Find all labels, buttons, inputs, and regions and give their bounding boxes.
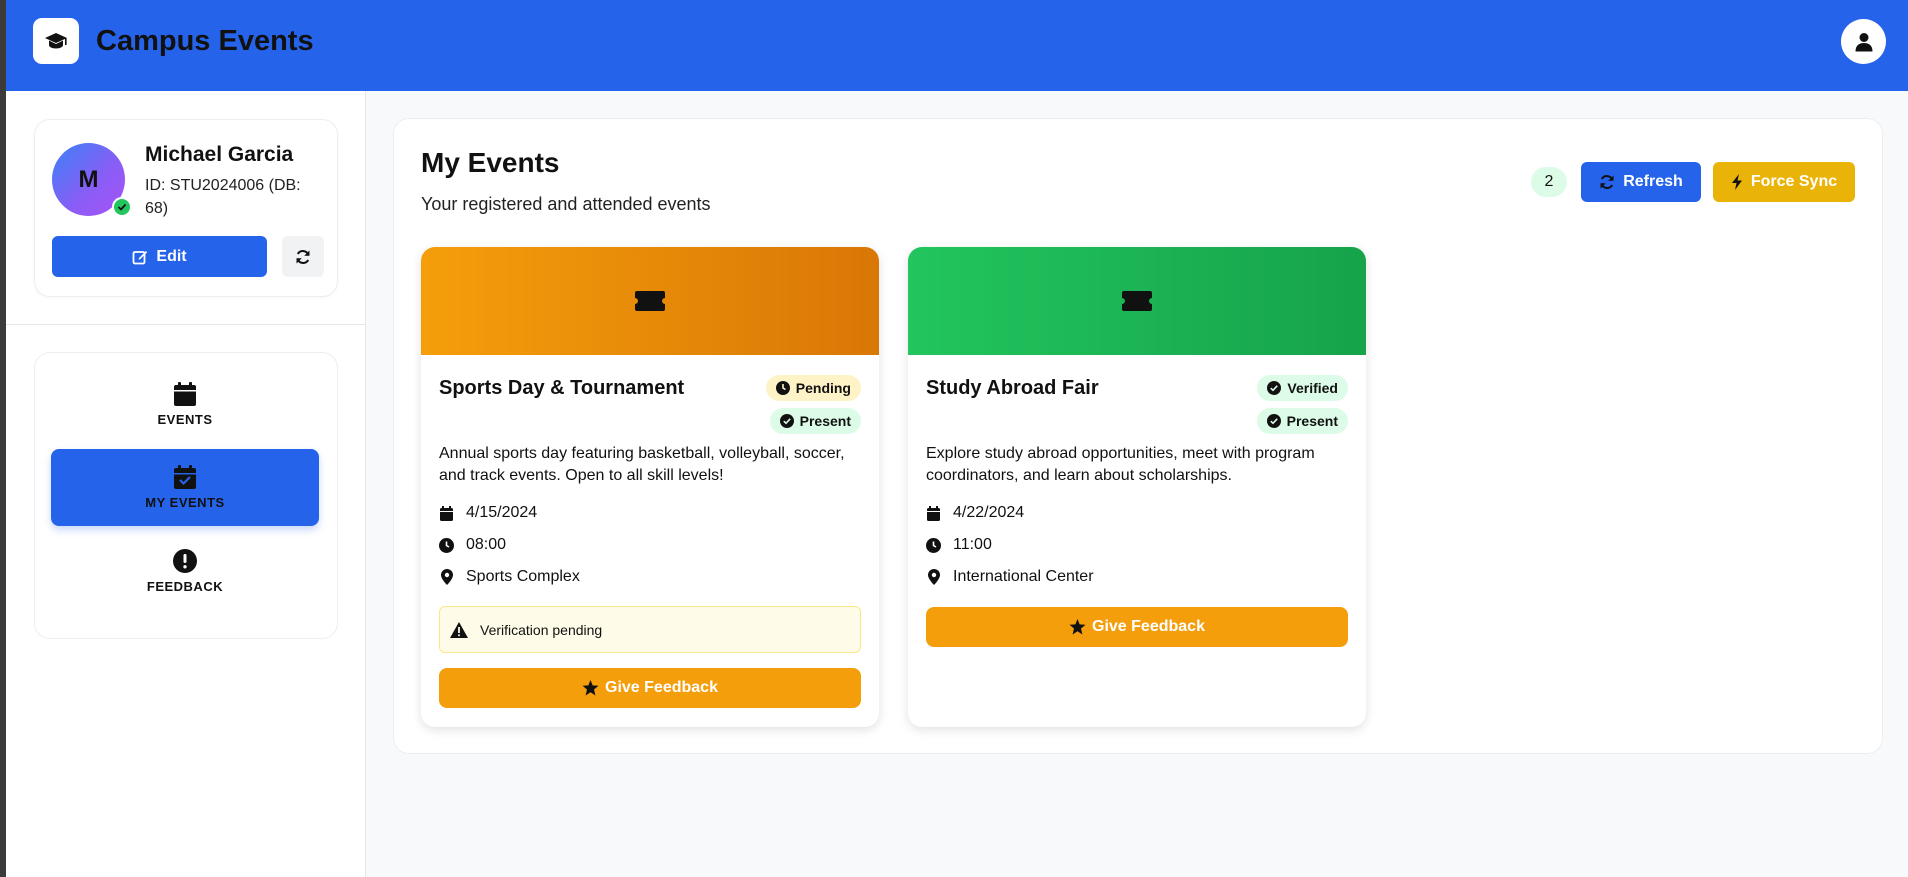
ticket-icon: [635, 291, 665, 311]
event-title: Sports Day & Tournament: [439, 377, 685, 399]
event-date-row: 4/22/2024: [926, 504, 1024, 522]
attendance-badge: Present: [769, 408, 861, 434]
profile-name: Michael Garcia: [145, 143, 294, 166]
ticket-icon: [1122, 291, 1152, 311]
give-feedback-button[interactable]: Give Feedback: [926, 607, 1348, 647]
exclamation-circle-icon: [173, 549, 197, 573]
attendance-label: Present: [1286, 413, 1338, 429]
nav-label-events: EVENTS: [157, 412, 213, 427]
profile-card: M Michael Garcia ID: STU2024006 (DB: 68)…: [34, 119, 338, 297]
force-sync-label: Force Sync: [1750, 173, 1838, 190]
bolt-icon: [1731, 174, 1742, 190]
page-title: My Events: [421, 147, 560, 178]
edit-label: Edit: [156, 247, 187, 265]
give-feedback-button[interactable]: Give Feedback: [439, 668, 861, 708]
avatar-initial: M: [78, 165, 99, 193]
sidebar-divider: [6, 324, 365, 325]
nav-label-feedback: FEEDBACK: [146, 579, 224, 594]
event-location-row: International Center: [926, 568, 1094, 586]
nav-item-my-events[interactable]: MY EVENTS: [51, 449, 319, 526]
profile-id: ID: STU2024006 (DB: 68): [145, 177, 301, 217]
event-banner: [908, 247, 1366, 355]
graduation-cap-icon: [45, 33, 67, 49]
status-label: Verified: [1287, 380, 1338, 396]
nav-item-events[interactable]: EVENTS: [51, 366, 319, 443]
give-feedback-label: Give Feedback: [605, 679, 718, 696]
sync-icon: [1600, 175, 1614, 189]
verified-check-icon: [112, 197, 132, 217]
calendar-icon: [927, 505, 940, 521]
sync-icon: [296, 249, 310, 264]
event-banner: [421, 247, 879, 355]
page-subtitle: Your registered and attended events: [421, 194, 711, 214]
my-events-panel: My Events Your registered and attended e…: [393, 118, 1883, 754]
verification-warning: Verification pending: [439, 606, 861, 653]
calendar-icon: [174, 382, 196, 406]
status-badge: Verified: [1257, 375, 1348, 401]
top-header: Campus Events: [6, 0, 1908, 91]
event-time: 11:00: [953, 536, 992, 553]
give-feedback-label: Give Feedback: [1092, 618, 1205, 635]
refresh-label: Refresh: [1623, 173, 1683, 190]
refresh-button[interactable]: Refresh: [1581, 162, 1701, 202]
clock-icon: [775, 381, 790, 395]
app-title: Campus Events: [96, 25, 314, 57]
check-circle-icon: [779, 414, 794, 428]
status-badge: Pending: [765, 375, 861, 401]
event-description: Explore study abroad opportunities, meet…: [926, 445, 1315, 484]
clock-icon: [926, 537, 941, 553]
sidebar: M Michael Garcia ID: STU2024006 (DB: 68)…: [6, 91, 366, 877]
event-date-row: 4/15/2024: [439, 504, 537, 522]
status-label: Pending: [795, 380, 851, 396]
event-date: 4/22/2024: [953, 504, 1025, 521]
edit-icon: [132, 250, 148, 264]
event-location-row: Sports Complex: [439, 568, 580, 586]
user-icon: [1855, 32, 1872, 51]
event-count-badge: 2: [1531, 167, 1567, 197]
edit-profile-button[interactable]: Edit: [52, 236, 267, 277]
event-time-row: 08:00: [439, 536, 506, 554]
nav-label-my-events: MY EVENTS: [145, 495, 225, 510]
event-description: Annual sports day featuring basketball, …: [439, 445, 845, 484]
force-sync-button[interactable]: Force Sync: [1713, 162, 1855, 202]
attendance-label: Present: [799, 413, 851, 429]
clock-icon: [439, 537, 454, 553]
warning-icon: [450, 621, 468, 638]
refresh-profile-button[interactable]: [282, 236, 324, 277]
calendar-icon: [440, 505, 453, 521]
event-location: International Center: [953, 568, 1094, 585]
check-circle-icon: [1267, 381, 1282, 395]
window-edge: [0, 0, 6, 877]
event-time: 08:00: [466, 536, 507, 553]
navigation-menu: EVENTS MY EVENTS FEEDBACK: [34, 352, 338, 639]
nav-item-feedback[interactable]: FEEDBACK: [51, 533, 319, 610]
map-pin-icon: [927, 569, 940, 585]
event-time-row: 11:00: [926, 536, 992, 554]
star-icon: [582, 680, 599, 696]
star-icon: [1069, 619, 1086, 635]
attendance-badge: Present: [1256, 408, 1348, 434]
calendar-check-icon: [174, 465, 196, 489]
map-pin-icon: [440, 569, 453, 585]
event-title: Study Abroad Fair: [926, 377, 1099, 399]
event-card: Sports Day & Tournament Pending Present …: [421, 247, 879, 727]
app-logo[interactable]: [33, 18, 79, 64]
event-date: 4/15/2024: [466, 504, 538, 521]
event-location: Sports Complex: [466, 568, 580, 585]
warning-text: Verification pending: [480, 621, 603, 638]
event-card: Study Abroad Fair Verified Present Explo…: [908, 247, 1366, 727]
user-menu-button[interactable]: [1841, 19, 1886, 64]
check-circle-icon: [1266, 414, 1281, 428]
